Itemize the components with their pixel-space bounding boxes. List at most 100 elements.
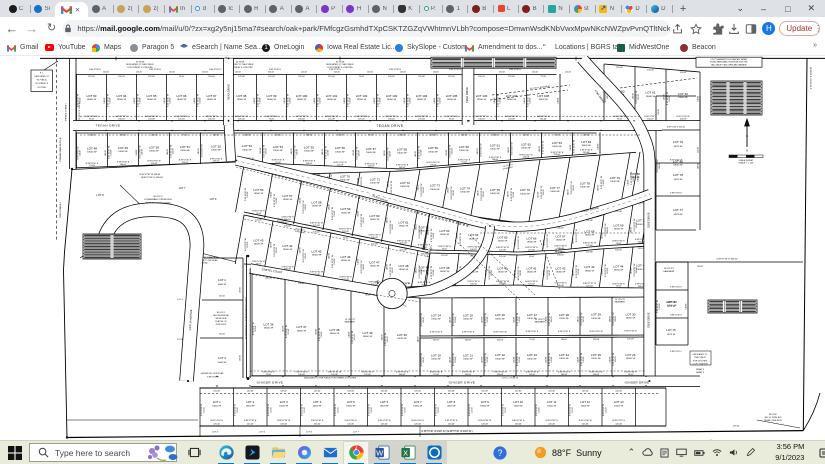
svg-text:125.00': 125.00': [615, 423, 622, 425]
svg-text:130.00': 130.00': [470, 249, 477, 251]
svg-text:140.00': 140.00': [291, 148, 293, 155]
svg-text:140.00': 140.00': [270, 191, 272, 198]
svg-text:S 89°57'30" E: S 89°57'30" E: [295, 116, 308, 118]
svg-text:LOT 106: LOT 106: [476, 94, 488, 98]
svg-text:18000 SF: 18000 SF: [463, 358, 473, 360]
svg-text:18000 SF: 18000 SF: [370, 266, 380, 268]
svg-text:W: W: [376, 448, 384, 457]
svg-text:140.00': 140.00': [545, 356, 547, 363]
svg-text:S 89°57'30" E: S 89°57'30" E: [244, 420, 257, 422]
svg-text:140.00': 140.00': [697, 95, 699, 102]
svg-text:150.00': 150.00': [659, 303, 661, 310]
svg-text:130.06': 130.06': [240, 286, 242, 293]
svg-text:150.00': 150.00': [440, 97, 442, 104]
svg-text:W. PUBLIC: W. PUBLIC: [37, 80, 48, 82]
svg-text:140.00': 140.00': [299, 247, 301, 254]
svg-text:75.00': 75.00': [359, 76, 365, 78]
svg-text:125.00': 125.00': [268, 76, 275, 78]
svg-text:150.00': 150.00': [578, 268, 580, 275]
svg-text:EASEMENT: EASEMENT: [615, 301, 626, 304]
svg-text:LOT 22: LOT 22: [495, 353, 505, 357]
svg-text:18000 SF: 18000 SF: [495, 318, 505, 320]
svg-text:75.00': 75.00': [616, 243, 622, 245]
svg-text:LOT 45: LOT 45: [312, 249, 322, 253]
svg-text:115.00': 115.00': [371, 406, 373, 412]
svg-text:140.00': 140.00': [477, 189, 479, 196]
svg-text:LOT 42: LOT 42: [556, 267, 566, 271]
svg-text:150.00': 150.00': [247, 191, 249, 198]
svg-text:STORM, WATER MAIN, TELEPHONE,: STORM, WATER MAIN, TELEPHONE, ELECTRIC,: [710, 61, 749, 64]
svg-text:16000 SF: 16000 SF: [614, 406, 624, 408]
svg-text:150.00': 150.00': [452, 148, 454, 155]
svg-text:N 89°57'30" W: N 89°57'30" W: [333, 162, 346, 164]
svg-text:115.00': 115.00': [438, 406, 440, 412]
svg-text:LOT 40: LOT 40: [397, 333, 407, 337]
svg-text:140.00': 140.00': [663, 93, 665, 100]
svg-text:125.00': 125.00': [532, 72, 539, 74]
svg-text:18000 SF: 18000 SF: [400, 186, 410, 188]
svg-text:140.00': 140.00': [254, 97, 256, 104]
svg-text:18000 SF: 18000 SF: [242, 149, 252, 151]
svg-text:18000 SF: 18000 SF: [447, 99, 457, 101]
svg-text:150.00': 150.00': [573, 184, 575, 191]
svg-text:150.00': 150.00': [636, 221, 638, 228]
svg-text:140.00': 140.00': [328, 203, 330, 210]
svg-text:140.00': 140.00': [481, 356, 483, 363]
svg-text:LOT 9: LOT 9: [481, 400, 489, 404]
svg-text:N 89°57'30" E: N 89°57'30" E: [526, 371, 539, 373]
svg-text:125.08': 125.08': [680, 119, 687, 121]
svg-text:SEC. A. TURN. BLK: SEC. A. TURN. BLK: [765, 416, 783, 419]
svg-text:18000 SF: 18000 SF: [327, 99, 337, 101]
svg-text:18000 SF: 18000 SF: [585, 270, 595, 272]
svg-text:125.04': 125.04': [586, 245, 593, 247]
svg-text:140.00': 140.00': [507, 191, 509, 198]
svg-text:LOT 79: LOT 79: [673, 140, 683, 144]
svg-text:EASEMENT: EASEMENT: [345, 321, 356, 324]
svg-text:N 89°57'30" W: N 89°57'30" W: [397, 240, 410, 242]
svg-text:N 89°57'30" W: N 89°57'30" W: [583, 243, 596, 245]
svg-text:150.00': 150.00': [173, 148, 175, 155]
svg-text:S 89°57'30" E: S 89°57'30" E: [205, 116, 218, 118]
svg-text:75.00': 75.00': [275, 162, 281, 164]
svg-text:S 89°57'30" E: S 89°57'30" E: [670, 193, 682, 195]
svg-text:150.00': 150.00': [423, 186, 425, 193]
svg-text:LOT 48: LOT 48: [399, 264, 409, 268]
svg-text:GUTTER: GUTTER: [38, 87, 47, 89]
svg-text:LOT 69: LOT 69: [614, 224, 624, 228]
svg-text:125.04': 125.04': [508, 76, 515, 78]
svg-text:18000 SF: 18000 SF: [428, 151, 438, 153]
svg-text:125.00': 125.00': [169, 72, 176, 74]
svg-text:135.00': 135.00': [284, 226, 291, 228]
svg-text:125.00': 125.00': [615, 250, 622, 252]
svg-text:N 89°57'30" E: N 89°57'30" E: [438, 246, 451, 248]
svg-text:18000 SF: 18000 SF: [335, 151, 345, 153]
svg-text:150.00': 150.00': [334, 258, 336, 265]
svg-text:150.00': 150.00': [276, 247, 278, 254]
svg-text:150.00': 150.00': [519, 356, 521, 363]
svg-text:LOT 56: LOT 56: [335, 146, 345, 150]
svg-text:18000 SF: 18000 SF: [177, 99, 187, 101]
svg-text:LOT 44: LOT 44: [283, 244, 293, 248]
svg-text:140.00': 140.00': [322, 148, 324, 155]
svg-text:150.00': 150.00': [607, 267, 609, 274]
svg-text:150.00': 150.00': [583, 356, 585, 363]
svg-text:N 89°57'30" W: N 89°57'30" W: [426, 162, 439, 164]
svg-text:150.00': 150.00': [321, 331, 323, 338]
svg-text:▲: ▲: [710, 438, 713, 440]
svg-text:130.00': 130.00': [306, 163, 313, 165]
svg-text:125.08': 125.08': [499, 250, 506, 252]
svg-text:LOT 25: LOT 25: [463, 313, 473, 317]
svg-text:S 89°57'30" E: S 89°57'30" E: [644, 116, 657, 118]
svg-text:LOT 48: LOT 48: [87, 147, 97, 151]
svg-text:150.00': 150.00': [421, 268, 423, 275]
svg-text:S 00°02'30" W: S 00°02'30" W: [480, 144, 482, 157]
svg-text:THE PUBLIC: THE PUBLIC: [694, 357, 706, 359]
svg-text:LOT 29: LOT 29: [591, 313, 601, 317]
svg-text:N 89°57'30" E: N 89°57'30" E: [89, 69, 102, 71]
svg-text:18000 SF: 18000 SF: [254, 193, 264, 195]
svg-text:75.00': 75.00': [179, 76, 185, 78]
svg-text:125.00': 125.00': [615, 391, 622, 393]
svg-text:75.00': 75.00': [365, 295, 371, 297]
svg-text:135.00': 135.00': [557, 285, 564, 287]
svg-text:LOT 78: LOT 78: [580, 181, 590, 185]
